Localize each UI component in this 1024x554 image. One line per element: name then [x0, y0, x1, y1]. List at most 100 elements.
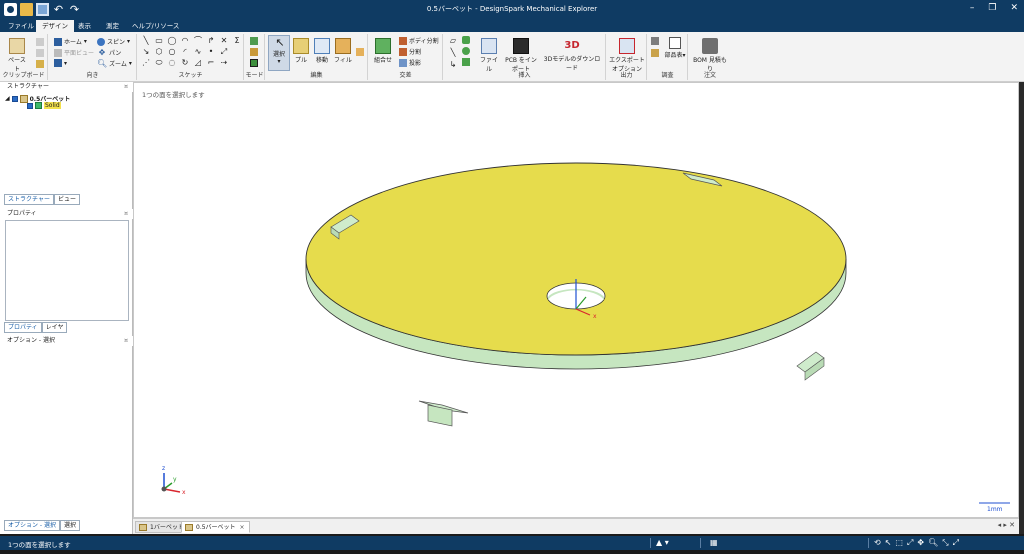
tab-view[interactable]: 表示	[72, 20, 97, 32]
close-tab-icon[interactable]: ×	[240, 524, 245, 531]
tab-measure[interactable]: 測定	[100, 20, 125, 32]
tab-layers[interactable]: レイヤ	[41, 322, 68, 333]
pin-icon[interactable]: ¤	[124, 336, 128, 346]
split-button[interactable]: 分割	[399, 47, 421, 56]
download-3d-button[interactable]: 3D 3Dモデルのダウンロード	[542, 38, 602, 72]
tab-design[interactable]: デザイン	[36, 20, 74, 32]
split-curve-icon[interactable]: ⇢	[219, 58, 229, 67]
3d-viewport[interactable]: x z y x 1mm 1つの面を選択します	[133, 82, 1019, 518]
rectangle-icon[interactable]: ▭	[154, 36, 164, 45]
select-button[interactable]: ↖ 選択 ▾	[268, 35, 290, 71]
zoom-icon: 🔍︎	[97, 59, 108, 68]
tangent-line-icon[interactable]: ↘	[141, 47, 151, 56]
combine-button[interactable]: 組合せ	[371, 38, 395, 64]
axis-icon[interactable]: ╲	[448, 48, 458, 57]
project-button[interactable]: 投影	[399, 58, 421, 67]
spline-icon[interactable]: ∿	[193, 47, 203, 56]
trim-icon[interactable]: ✕	[219, 36, 229, 45]
clipboard-group-label: クリップボード	[2, 72, 45, 79]
tab-select[interactable]: 選択	[59, 520, 80, 531]
tab-scroll-arrows[interactable]: ◂ ▸ ✕	[998, 521, 1015, 529]
pull-button[interactable]: プル	[292, 38, 310, 64]
tab-help[interactable]: ヘルプ/リソース	[126, 20, 185, 32]
offset-icon[interactable]: ↱	[206, 36, 216, 45]
3d-scene[interactable]: x z y x 1mm	[134, 83, 1020, 519]
intersect-group-label: 交差	[399, 72, 412, 79]
pan-button[interactable]: ✥ パン	[97, 48, 122, 57]
fillet-icon[interactable]: ◿	[193, 58, 203, 67]
axis-y-label: y	[173, 476, 177, 483]
mounting-tab-right[interactable]	[796, 351, 825, 381]
fill-button[interactable]: フィル	[334, 38, 352, 64]
visibility-checkbox[interactable]	[27, 102, 33, 109]
three-point-arc-icon[interactable]: ◌	[167, 58, 177, 67]
plane-icon[interactable]: ▱	[448, 36, 458, 45]
status-bar: 1つの面を選択します ▲ ▾ ▦ ⟲↖⬚⤢✥🔍︎⤡⤢	[0, 536, 1024, 550]
bom-table-button[interactable]: 部品表▾	[664, 37, 686, 59]
zoom-button[interactable]: 🔍︎ ズーム ▾	[97, 59, 132, 68]
expand-icon[interactable]: ◢	[5, 95, 10, 102]
tab-options-select[interactable]: オプション - 選択	[4, 520, 60, 531]
visibility-checkbox[interactable]	[11, 95, 18, 102]
home-icon	[54, 37, 62, 46]
three-point-circle-icon[interactable]: ○	[167, 47, 177, 56]
sketch-mode-icon[interactable]	[250, 37, 258, 45]
extend-icon[interactable]: ⤢	[219, 47, 229, 56]
pin-icon[interactable]: ¤	[124, 209, 128, 219]
ellipse-icon[interactable]: ⬭	[154, 58, 164, 67]
move-button[interactable]: 移動	[312, 38, 332, 64]
plane-view-button[interactable]: 平面ビュー	[54, 48, 94, 57]
section-mode-icon[interactable]	[250, 48, 258, 56]
disc-top-face[interactable]	[305, 162, 847, 356]
shell-icon[interactable]	[356, 48, 364, 56]
export-options-button[interactable]: エクスポートオプション	[609, 38, 645, 73]
minimize-icon[interactable]: –	[970, 3, 975, 13]
doc-tab-2[interactable]: 0.5バーベット ×	[181, 521, 250, 533]
3d-mode-icon[interactable]	[250, 59, 258, 67]
tab-structure[interactable]: ストラクチャー	[4, 194, 54, 205]
tangent-arc-icon[interactable]: ⌒	[193, 36, 203, 45]
warning-icon[interactable]: ▲ ▾	[656, 538, 669, 547]
tree-item-solid[interactable]: Solid	[27, 102, 61, 109]
origin-icon[interactable]: ↳	[448, 60, 458, 69]
construction-line-icon[interactable]: ⋰	[141, 58, 151, 67]
arc-icon[interactable]: ◠	[180, 36, 190, 45]
rotate-icon[interactable]: ↻	[180, 58, 190, 67]
tab-file[interactable]: ファイル	[2, 20, 40, 32]
fill-icon	[335, 38, 351, 54]
inspect-icon[interactable]	[651, 49, 659, 57]
tab-properties[interactable]: プロパティ	[4, 322, 42, 333]
cylinder-icon[interactable]	[462, 36, 470, 44]
paste-button[interactable]: ペースト	[6, 38, 28, 73]
circle-icon[interactable]: ◯	[167, 36, 177, 45]
ribbon: ペースト クリップボード ホーム ▾ 平面ビュー ▾ スピン ▾ ✥ パン 🔍︎ ズーム…	[0, 32, 1024, 82]
polygon-icon[interactable]: ⬡	[154, 47, 164, 56]
pin-icon[interactable]: ¤	[124, 82, 128, 92]
selection-filter-icon[interactable]: ▦	[710, 538, 718, 547]
window-title: 0.5バーベット - DesignSpark Mechanical Explor…	[426, 5, 598, 13]
output-group: エクスポートオプション 出力	[607, 34, 647, 80]
mounting-tab-bottom[interactable]	[418, 400, 469, 427]
line-icon[interactable]: ╲	[141, 36, 151, 45]
home-button[interactable]: ホーム ▾	[54, 37, 87, 46]
sigma-icon[interactable]: Σ	[232, 36, 242, 45]
view-tools[interactable]: ⟲↖⬚⤢✥🔍︎⤡⤢	[874, 538, 963, 548]
bom-quote-button[interactable]: BOM 見積もり	[691, 38, 729, 73]
copy-icon[interactable]	[36, 49, 44, 57]
restore-icon[interactable]: ❐	[988, 3, 996, 13]
spin-button[interactable]: スピン ▾	[97, 37, 130, 46]
cut-icon[interactable]	[36, 38, 44, 46]
split-body-button[interactable]: ボディ分割	[399, 36, 439, 45]
bend-icon[interactable]: ⌐	[206, 58, 216, 67]
sweep-arc-icon[interactable]: ◜	[180, 47, 190, 56]
measure-icon[interactable]	[651, 37, 659, 45]
box-icon[interactable]	[462, 58, 470, 66]
format-painter-icon[interactable]	[36, 60, 44, 68]
tab-view-panel[interactable]: ビュー	[53, 194, 80, 205]
view-cube-button[interactable]: ▾	[54, 59, 67, 67]
close-icon[interactable]: ✕	[1010, 3, 1018, 13]
insert-file-button[interactable]: ファイル	[478, 38, 500, 73]
pcb-import-button[interactable]: PCB をインポート	[504, 38, 538, 73]
sphere-icon[interactable]	[462, 47, 470, 55]
point-icon[interactable]: •	[206, 47, 216, 56]
